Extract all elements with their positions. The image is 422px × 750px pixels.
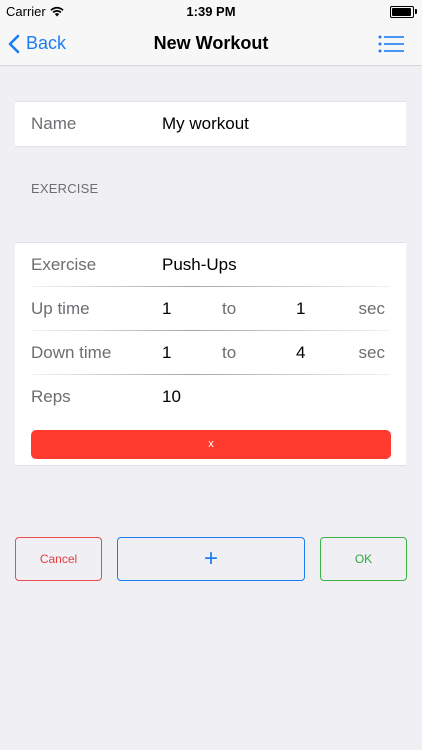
battery-icon: [390, 6, 417, 18]
up-time-label: Up time: [31, 299, 90, 318]
status-bar: Carrier 1:39 PM: [0, 0, 422, 22]
remove-exercise-button[interactable]: x: [31, 430, 391, 459]
down-time-row: Down time 1 to 4 sec: [15, 331, 406, 375]
add-exercise-button[interactable]: +: [117, 537, 305, 581]
up-time-unit: sec: [358, 299, 385, 318]
up-time-to[interactable]: 1: [296, 287, 305, 331]
navigation-bar: Back New Workout: [0, 22, 422, 66]
status-time: 1:39 PM: [186, 4, 236, 19]
list-icon[interactable]: [378, 34, 404, 54]
name-label: Name: [31, 114, 77, 133]
exercise-card: Exercise Push-Ups Up time 1 to 1 sec Dow…: [15, 242, 406, 466]
up-time-from[interactable]: 1: [162, 287, 171, 331]
down-time-to[interactable]: 4: [296, 331, 305, 375]
name-row[interactable]: Name My workout: [15, 102, 406, 146]
name-card: Name My workout: [15, 101, 406, 147]
reps-value[interactable]: 10: [162, 375, 181, 419]
reps-row: Reps 10: [15, 375, 406, 419]
up-time-to-word: to: [222, 299, 237, 318]
reps-label: Reps: [31, 387, 71, 406]
exercise-section-header: EXERCISE: [31, 181, 99, 196]
down-time-from[interactable]: 1: [162, 331, 171, 375]
down-time-to-word: to: [222, 343, 237, 362]
down-time-label: Down time: [31, 343, 112, 362]
exercise-label: Exercise: [31, 255, 97, 274]
down-time-unit: sec: [358, 343, 385, 362]
exercise-row[interactable]: Exercise Push-Ups: [15, 243, 406, 287]
exercise-value[interactable]: Push-Ups: [162, 243, 237, 287]
name-value[interactable]: My workout: [162, 102, 249, 146]
page-title: New Workout: [153, 33, 269, 53]
up-time-row: Up time 1 to 1 sec: [15, 287, 406, 331]
ok-button[interactable]: OK: [320, 537, 407, 581]
cancel-button[interactable]: Cancel: [15, 537, 102, 581]
